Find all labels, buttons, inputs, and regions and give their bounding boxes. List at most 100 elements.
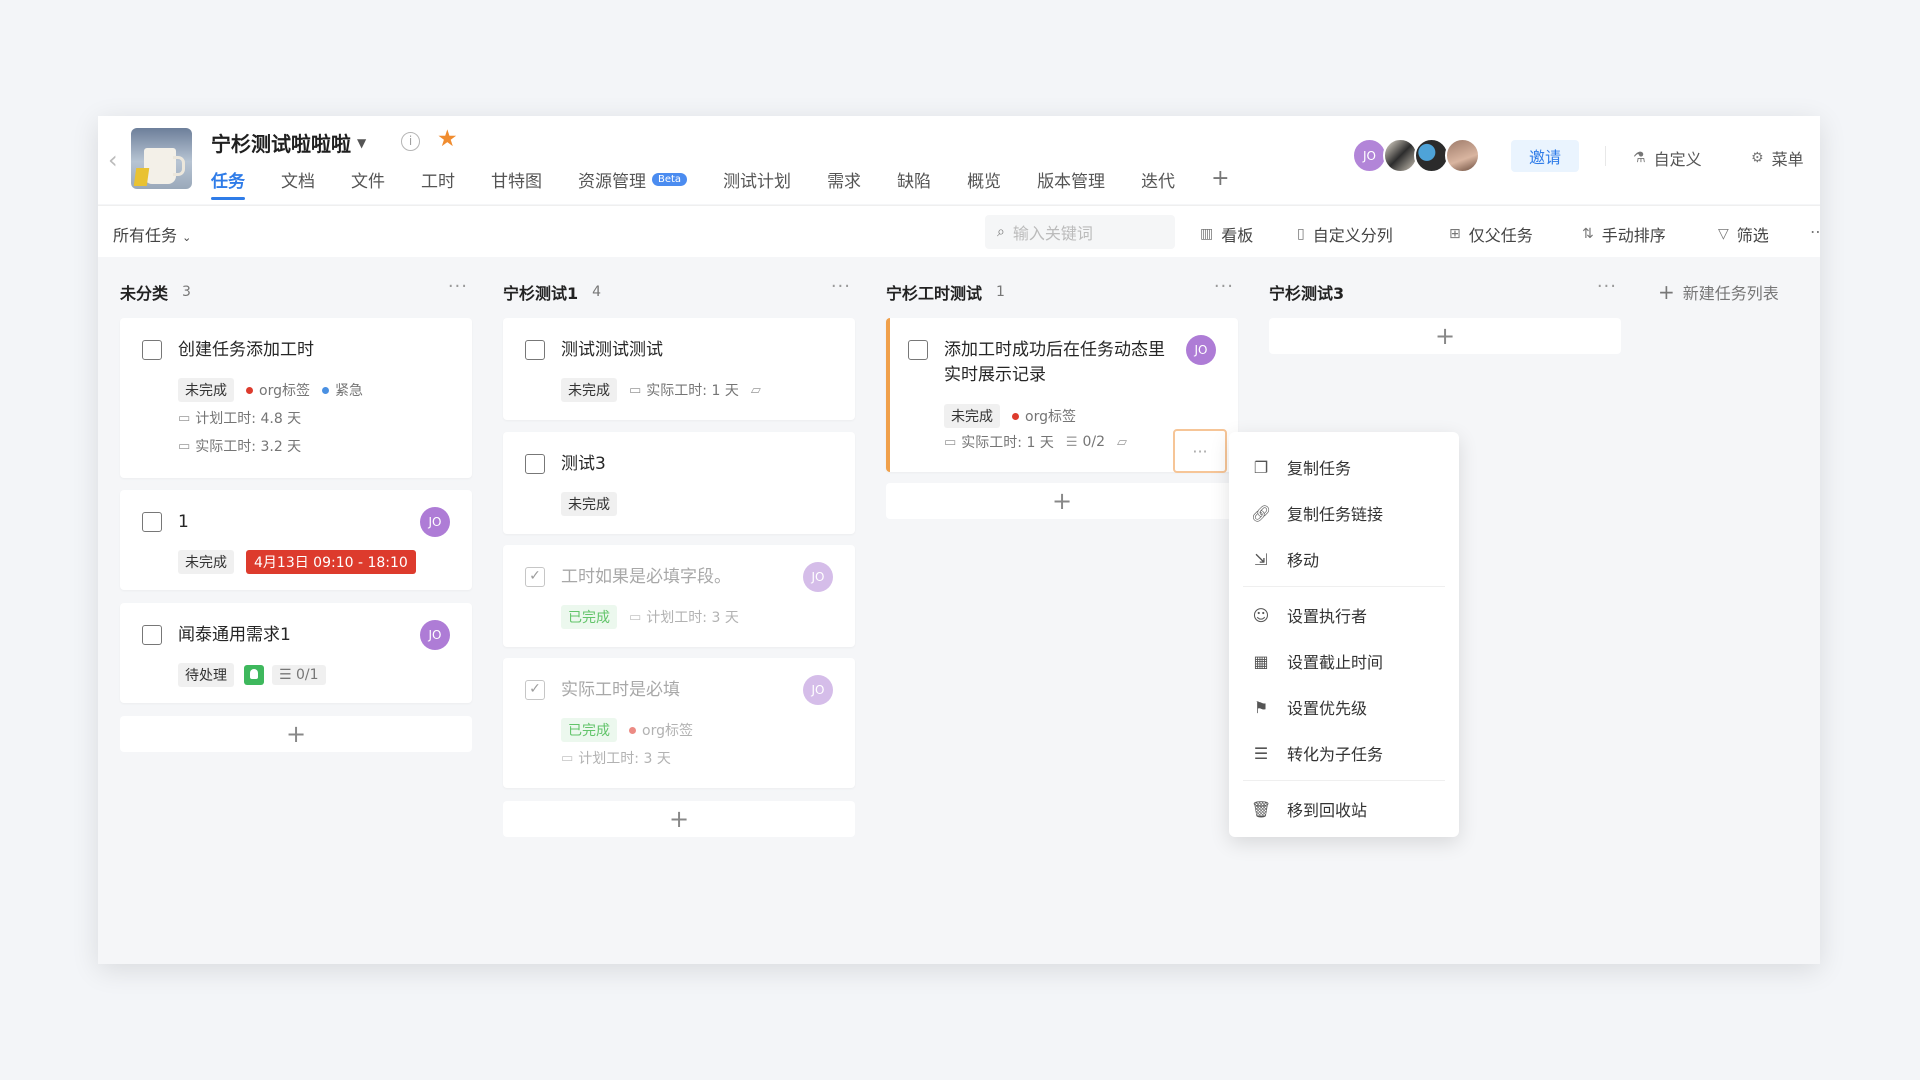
new-task-list-button[interactable]: + 新建任务列表 bbox=[1658, 280, 1779, 304]
plus-icon: + bbox=[1434, 322, 1456, 350]
more-icon[interactable]: ··· bbox=[448, 276, 468, 297]
project-avatar bbox=[131, 128, 192, 189]
member-avatars[interactable]: JO bbox=[1352, 138, 1480, 173]
requirement-icon bbox=[244, 665, 264, 685]
tab-resources[interactable]: 资源管理 Beta bbox=[578, 166, 688, 192]
task-card[interactable]: ✓ 实际工时是必填 JO 已完成 org标签 ▭ 计划工时: 3 天 bbox=[503, 658, 855, 788]
plan-hours-text: 计划工时: 3 天 bbox=[646, 610, 739, 626]
menu-item-move-to-trash[interactable]: 🗑︎ 移到回收站 bbox=[1229, 786, 1459, 832]
tab-label: 任务 bbox=[211, 171, 245, 192]
filter-button[interactable]: ▽ 筛选 bbox=[1718, 222, 1769, 246]
sort-button[interactable]: ⇅ 手动排序 bbox=[1582, 222, 1666, 246]
hierarchy-icon: ⊞ bbox=[1449, 226, 1461, 242]
task-title: 测试3 bbox=[561, 454, 606, 474]
menu-item-copy-link[interactable]: 🔗︎ 复制任务链接 bbox=[1229, 490, 1459, 536]
beta-badge: Beta bbox=[652, 172, 688, 186]
tab-docs[interactable]: 文档 bbox=[281, 166, 315, 192]
tab-requirements[interactable]: 需求 bbox=[827, 166, 861, 192]
avatar bbox=[1383, 138, 1418, 173]
tab-overview[interactable]: 概览 bbox=[967, 166, 1001, 192]
task-title: 工时如果是必填字段。 bbox=[561, 567, 731, 587]
assignee-avatar[interactable]: JO bbox=[1186, 335, 1216, 365]
project-title[interactable]: 宁杉测试啦啦啦 ▼ bbox=[211, 128, 366, 157]
search-input[interactable]: ⌕ 输入关键词 bbox=[985, 215, 1175, 249]
assignee-avatar[interactable]: JO bbox=[420, 507, 450, 537]
task-checkbox[interactable] bbox=[908, 340, 928, 360]
task-column: 宁杉测试1 4 ··· 测试测试测试 未完成 ▭ 实际工时: 1 天 ▱ 测试3 … bbox=[503, 276, 855, 916]
add-task-button[interactable]: + bbox=[503, 801, 855, 837]
filter-label: 所有任务 bbox=[113, 226, 178, 245]
add-task-button[interactable]: + bbox=[120, 716, 472, 752]
task-title: 测试测试测试 bbox=[561, 340, 663, 360]
task-title: 添加工时成功后在任务动态里实时展示记录 bbox=[944, 340, 1165, 385]
task-card[interactable]: ✓ 工时如果是必填字段。 JO 已完成 ▭ 计划工时: 3 天 bbox=[503, 545, 855, 647]
menu-button[interactable]: ⚙ 菜单 bbox=[1751, 146, 1804, 170]
tab-files[interactable]: 文件 bbox=[351, 166, 385, 192]
back-icon[interactable]: ‹ bbox=[108, 146, 118, 174]
more-icon[interactable]: ··· bbox=[1214, 276, 1234, 297]
actual-hours-text: 实际工时: 1 天 bbox=[646, 383, 739, 399]
filter-btn-label: 筛选 bbox=[1736, 226, 1769, 245]
label-tag: org标签 bbox=[1025, 409, 1076, 425]
add-tab-icon[interactable]: + bbox=[1211, 166, 1229, 192]
menu-item-label: 移到回收站 bbox=[1287, 801, 1368, 820]
invite-button[interactable]: 邀请 bbox=[1511, 140, 1579, 172]
task-card[interactable]: 测试测试测试 未完成 ▭ 实际工时: 1 天 ▱ bbox=[503, 318, 855, 420]
search-placeholder: 输入关键词 bbox=[1012, 224, 1093, 243]
assignee-avatar[interactable]: JO bbox=[420, 620, 450, 650]
tab-label: 概览 bbox=[967, 171, 1002, 192]
task-card[interactable]: 1 JO 未完成 4月13日 09:10 - 18:10 bbox=[120, 490, 472, 590]
customize-button[interactable]: ⚗ 自定义 bbox=[1633, 146, 1702, 170]
task-meta: 未完成 org标签 紧急 bbox=[178, 378, 363, 402]
task-checkbox[interactable] bbox=[142, 340, 162, 360]
tab-label: 文档 bbox=[281, 171, 315, 192]
custom-columns-button[interactable]: ▯ 自定义分列 bbox=[1297, 222, 1393, 246]
task-checkbox[interactable] bbox=[525, 340, 545, 360]
hours-icon: ▭ bbox=[629, 609, 642, 625]
board-view-button[interactable]: ▥ 看板 bbox=[1200, 222, 1253, 246]
menu-item-convert-subtask[interactable]: ☰ 转化为子任务 bbox=[1229, 730, 1459, 776]
tab-tasks[interactable]: 任务 bbox=[211, 166, 245, 200]
tab-gantt[interactable]: 甘特图 bbox=[491, 166, 542, 192]
plan-hours-text: 计划工时: 4.8 天 bbox=[195, 411, 302, 427]
menu-item-move[interactable]: ⇲ 移动 bbox=[1229, 536, 1459, 582]
menu-item-set-deadline[interactable]: ▦ 设置截止时间 bbox=[1229, 638, 1459, 684]
task-card[interactable]: 闻泰通用需求1 JO 待处理 ☰ 0/1 bbox=[120, 603, 472, 703]
task-card[interactable]: 测试3 未完成 bbox=[503, 432, 855, 534]
task-title: 闻泰通用需求1 bbox=[178, 625, 291, 645]
add-task-button[interactable]: + bbox=[1269, 318, 1621, 354]
tab-versions[interactable]: 版本管理 bbox=[1037, 166, 1105, 192]
task-checkbox-checked[interactable]: ✓ bbox=[525, 680, 545, 700]
chevron-down-icon[interactable]: ▼ bbox=[357, 136, 366, 150]
tab-iterations[interactable]: 迭代 bbox=[1141, 166, 1175, 192]
parent-only-button[interactable]: ⊞ 仅父任务 bbox=[1449, 222, 1533, 246]
task-card[interactable]: 创建任务添加工时 未完成 org标签 紧急 ▭ 计划工时: 4.8 天 ▭ 实际工时… bbox=[120, 318, 472, 478]
more-icon[interactable]: ··· bbox=[831, 276, 851, 297]
task-checkbox[interactable] bbox=[142, 625, 162, 645]
assignee-avatar[interactable]: JO bbox=[803, 675, 833, 705]
menu-item-set-priority[interactable]: ⚑ 设置优先级 bbox=[1229, 684, 1459, 730]
flask-icon: ⚗ bbox=[1633, 150, 1646, 166]
column-title: 未分类 bbox=[120, 284, 169, 303]
avatar bbox=[1445, 138, 1480, 173]
tab-worktime[interactable]: 工时 bbox=[421, 166, 455, 192]
add-task-button[interactable]: + bbox=[886, 483, 1238, 519]
more-toolbar-icon[interactable]: ⋯ bbox=[1810, 222, 1820, 241]
task-checkbox[interactable] bbox=[525, 454, 545, 474]
tab-label: 文件 bbox=[351, 171, 385, 192]
menu-item-copy-task[interactable]: ❐ 复制任务 bbox=[1229, 444, 1459, 490]
tab-test-plan[interactable]: 测试计划 bbox=[723, 166, 791, 192]
info-icon[interactable]: i bbox=[401, 132, 420, 151]
menu-item-set-assignee[interactable]: ☺ 设置执行者 bbox=[1229, 592, 1459, 638]
hours-icon: ▭ bbox=[178, 410, 191, 426]
tab-defects[interactable]: 缺陷 bbox=[897, 166, 931, 192]
menu-label: 菜单 bbox=[1771, 150, 1804, 169]
task-checkbox-checked[interactable]: ✓ bbox=[525, 567, 545, 587]
star-icon[interactable]: ★ bbox=[437, 126, 458, 152]
task-filter-dropdown[interactable]: 所有任务 ⌄ bbox=[113, 222, 191, 246]
project-title-text: 宁杉测试啦啦啦 bbox=[211, 132, 351, 156]
card-more-button[interactable]: ··· bbox=[1173, 429, 1227, 473]
more-icon[interactable]: ··· bbox=[1597, 276, 1617, 297]
task-checkbox[interactable] bbox=[142, 512, 162, 532]
assignee-avatar[interactable]: JO bbox=[803, 562, 833, 592]
